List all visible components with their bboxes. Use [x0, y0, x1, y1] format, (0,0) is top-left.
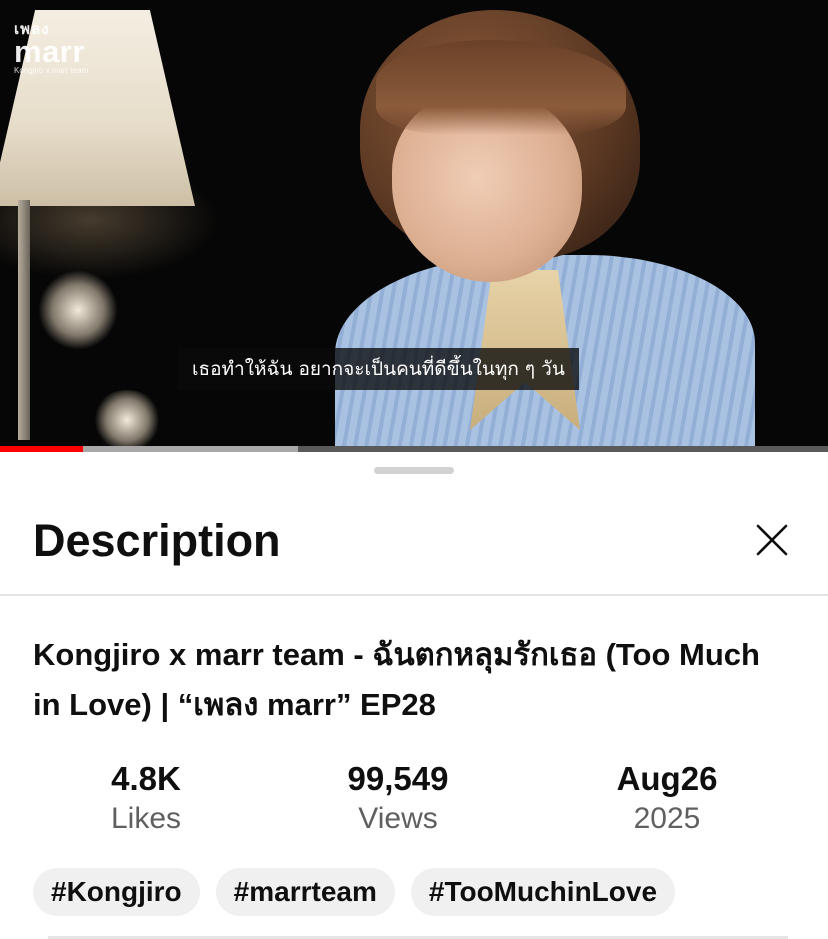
- video-player[interactable]: เพลง marr Kongjiro x marr team เธอทำให้ฉ…: [0, 0, 828, 452]
- views-label: Views: [358, 802, 438, 835]
- description-sheet: Description Kongjiro x marr team - ฉันตก…: [0, 452, 828, 939]
- video-subtitle: เธอทำให้ฉัน อยากจะเป็นคนที่ดีขึ้นในทุก ๆ…: [178, 348, 579, 390]
- bokeh-light: [38, 270, 118, 350]
- watermark-line3: Kongjiro x marr team: [14, 66, 89, 75]
- lamp-pole: [18, 200, 30, 440]
- date-stat: Aug26 2025: [557, 758, 777, 838]
- sheet-title: Description: [33, 515, 281, 566]
- views-stat: 99,549 Views: [288, 758, 508, 838]
- watermark-line2: marr: [14, 34, 85, 69]
- likes-stat: 4.8K Likes: [36, 758, 256, 838]
- stats-row: 4.8K Likes 99,549 Views Aug26 2025: [0, 758, 828, 848]
- close-icon: [756, 524, 788, 556]
- video-title: Kongjiro x marr team - ฉันตกหลุมรักเธอ (…: [33, 637, 760, 722]
- divider: [0, 594, 828, 596]
- upload-date: Aug26: [616, 760, 718, 797]
- hashtag-row: #Kongjiro #marrteam #TooMuchinLove: [33, 868, 676, 916]
- channel-watermark: เพลง marr Kongjiro x marr team: [14, 22, 88, 76]
- hashtag-chip[interactable]: #marrteam: [215, 868, 395, 916]
- hashtag-chip[interactable]: #TooMuchinLove: [410, 868, 676, 916]
- likes-label: Likes: [110, 802, 182, 835]
- likes-count: 4.8K: [111, 760, 181, 797]
- close-button[interactable]: [748, 516, 796, 564]
- drag-handle[interactable]: [374, 467, 454, 474]
- views-count: 99,549: [347, 760, 449, 797]
- bokeh-light: [92, 390, 162, 450]
- upload-year: 2025: [633, 802, 701, 835]
- hashtag-chip[interactable]: #Kongjiro: [33, 868, 200, 916]
